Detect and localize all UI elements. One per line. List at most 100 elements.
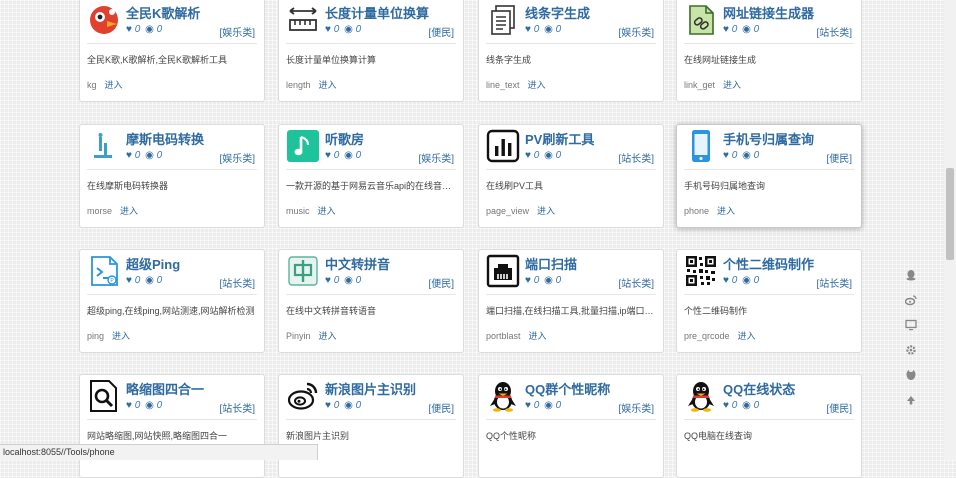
enter-link[interactable]: 进入	[112, 331, 130, 341]
heart-icon[interactable]: ♥	[126, 275, 132, 286]
category-tag[interactable]: [娱乐类]	[219, 24, 255, 39]
tool-card[interactable]: 端口扫描 ♥ 0 ◉ 0 [站长类] 端口扫描,在线扫描工具,批量扫描,ip端口扫描 p…	[478, 249, 664, 353]
enter-link[interactable]: 进入	[318, 206, 336, 216]
enter-link[interactable]: 进入	[105, 80, 123, 90]
heart-icon[interactable]: ♥	[723, 24, 729, 35]
tool-title[interactable]: 个性二维码制作	[723, 254, 814, 273]
category-tag[interactable]: [娱乐类]	[418, 150, 454, 165]
heart-icon[interactable]: ♥	[525, 24, 531, 35]
heart-icon[interactable]: ♥	[723, 400, 729, 411]
magnifier-doc-icon[interactable]	[87, 379, 121, 413]
tool-title[interactable]: PV刷新工具	[525, 129, 594, 148]
back-to-top-button[interactable]	[902, 391, 920, 409]
weibo-button[interactable]	[902, 291, 920, 309]
category-tag[interactable]: [便民]	[826, 150, 852, 165]
category-tag[interactable]: [站长类]	[219, 400, 255, 415]
monitor-button[interactable]	[902, 316, 920, 334]
category-tag[interactable]: [站长类]	[618, 150, 654, 165]
weibo-icon[interactable]	[286, 379, 320, 413]
tool-title[interactable]: 长度计量单位换算	[325, 3, 429, 22]
tool-card[interactable]: 个性二维码制作 ♥ 0 ◉ 0 [站长类] 个性二维码制作 pre_qrcode 进入	[676, 249, 862, 353]
tool-title[interactable]: 中文转拼音	[325, 254, 390, 273]
enter-link[interactable]: 进入	[529, 331, 547, 341]
tool-title[interactable]: 超级Ping	[126, 254, 180, 273]
tool-card[interactable]: QQ在线状态 ♥ 0 ◉ 0 [便民] QQ电脑在线查询	[676, 374, 862, 478]
tool-card[interactable]: 手机号归属查询 ♥ 0 ◉ 0 [便民] 手机号码归属地查询 phone 进入	[676, 124, 862, 228]
heart-icon[interactable]: ♥	[325, 24, 331, 35]
heart-icon[interactable]: ♥	[126, 150, 132, 161]
tool-card[interactable]: 摩斯电码转换 ♥ 0 ◉ 0 [娱乐类] 在线摩斯电码转换器 morse 进入	[79, 124, 265, 228]
category-tag[interactable]: [便民]	[428, 275, 454, 290]
tool-card[interactable]: 全民K歌解析 ♥ 0 ◉ 0 [娱乐类] 全民K歌,K歌解析,全民K歌解析工具 kg 进入	[79, 0, 265, 102]
tool-title[interactable]: 略缩图四合一	[126, 379, 204, 398]
enter-link[interactable]: 进入	[319, 331, 337, 341]
kg-bird-icon[interactable]	[87, 3, 121, 37]
category-tag[interactable]: [便民]	[428, 24, 454, 39]
heart-icon[interactable]: ♥	[325, 150, 331, 161]
category-tag[interactable]: [站长类]	[618, 275, 654, 290]
category-tag[interactable]: [站长类]	[816, 24, 852, 39]
port-scan-icon[interactable]	[486, 254, 520, 288]
tool-card[interactable]: 听歌房 ♥ 0 ◉ 0 [娱乐类] 一款开源的基于网易云音乐api的在线音乐播放器 mu…	[278, 124, 464, 228]
tool-card[interactable]: 中文转拼音 ♥ 0 ◉ 0 [便民] 在线中文转拼音转语音 Pinyin 进入	[278, 249, 464, 353]
tool-title[interactable]: QQ群个性昵称	[525, 379, 610, 398]
heart-icon[interactable]: ♥	[126, 24, 132, 35]
tool-title[interactable]: 摩斯电码转换	[126, 129, 204, 148]
morse-icon[interactable]	[87, 129, 121, 163]
chinese-char-icon[interactable]	[286, 254, 320, 288]
tool-title[interactable]: 手机号归属查询	[723, 129, 814, 148]
tool-title[interactable]: QQ在线状态	[723, 379, 795, 398]
enter-link[interactable]: 进入	[723, 80, 741, 90]
terminal-icon[interactable]: P	[87, 254, 121, 288]
tool-title[interactable]: 网址链接生成器	[723, 3, 814, 22]
scrollbar-thumb[interactable]	[946, 168, 954, 260]
tool-card[interactable]: 线条字生成 ♥ 0 ◉ 0 [娱乐类] 线条字生成 line_text 进入	[478, 0, 664, 102]
settings-button[interactable]	[902, 341, 920, 359]
phone-icon[interactable]	[684, 129, 718, 163]
tool-card[interactable]: QQ群个性昵称 ♥ 0 ◉ 0 [娱乐类] QQ个性昵称	[478, 374, 664, 478]
heart-icon[interactable]: ♥	[525, 400, 531, 411]
enter-link[interactable]: 进入	[120, 206, 138, 216]
heart-icon[interactable]: ♥	[723, 150, 729, 161]
category-tag[interactable]: [便民]	[826, 400, 852, 415]
heart-icon[interactable]: ♥	[525, 275, 531, 286]
github-button[interactable]	[902, 366, 920, 384]
tool-card[interactable]: 略缩图四合一 ♥ 0 ◉ 0 [站长类] 网站略缩图,网站快照,略缩图四合一	[79, 374, 265, 478]
tool-title[interactable]: 端口扫描	[525, 254, 577, 273]
tool-card[interactable]: 新浪图片主识别 ♥ 0 ◉ 0 [便民] 新浪图片主识别	[278, 374, 464, 478]
link-doc-icon[interactable]	[684, 3, 718, 37]
enter-link[interactable]: 进入	[537, 206, 555, 216]
heart-icon[interactable]: ♥	[325, 275, 331, 286]
category-tag[interactable]: [娱乐类]	[219, 150, 255, 165]
qq-button[interactable]	[902, 266, 920, 284]
scrollbar[interactable]	[944, 0, 956, 460]
category-tag[interactable]: [站长类]	[219, 275, 255, 290]
documents-icon[interactable]	[486, 3, 520, 37]
category-tag[interactable]: [娱乐类]	[618, 400, 654, 415]
category-tag[interactable]: [站长类]	[816, 275, 852, 290]
tool-card[interactable]: 网址链接生成器 ♥ 0 ◉ 0 [站长类] 在线网址链接生成 link_get 进入	[676, 0, 862, 102]
heart-icon[interactable]: ♥	[126, 400, 132, 411]
enter-link[interactable]: 进入	[717, 206, 735, 216]
enter-link[interactable]: 进入	[738, 331, 756, 341]
qq-penguin-icon[interactable]	[684, 379, 718, 413]
heart-icon[interactable]: ♥	[325, 400, 331, 411]
ruler-icon[interactable]	[286, 3, 320, 37]
qrcode-icon[interactable]	[684, 254, 718, 288]
heart-icon[interactable]: ♥	[723, 275, 729, 286]
heart-icon[interactable]: ♥	[525, 150, 531, 161]
music-note-icon[interactable]	[286, 129, 320, 163]
tool-card[interactable]: P 超级Ping ♥ 0 ◉ 0 [站长类] 超级ping,在线ping,网站测速,网站…	[79, 249, 265, 353]
enter-link[interactable]: 进入	[319, 80, 337, 90]
enter-link[interactable]: 进入	[528, 80, 546, 90]
tool-card[interactable]: 长度计量单位换算 ♥ 0 ◉ 0 [便民] 长度计量单位换算计算 length 进入	[278, 0, 464, 102]
tool-title[interactable]: 听歌房	[325, 129, 364, 148]
tool-card[interactable]: PV刷新工具 ♥ 0 ◉ 0 [站长类] 在线刷PV工具 page_view 进入	[478, 124, 664, 228]
tool-title[interactable]: 线条字生成	[525, 3, 590, 22]
tool-title[interactable]: 新浪图片主识别	[325, 379, 416, 398]
tool-title[interactable]: 全民K歌解析	[126, 3, 200, 22]
bar-chart-icon[interactable]	[486, 129, 520, 163]
category-tag[interactable]: [娱乐类]	[618, 24, 654, 39]
category-tag[interactable]: [便民]	[428, 400, 454, 415]
qq-penguin-icon[interactable]	[486, 379, 520, 413]
